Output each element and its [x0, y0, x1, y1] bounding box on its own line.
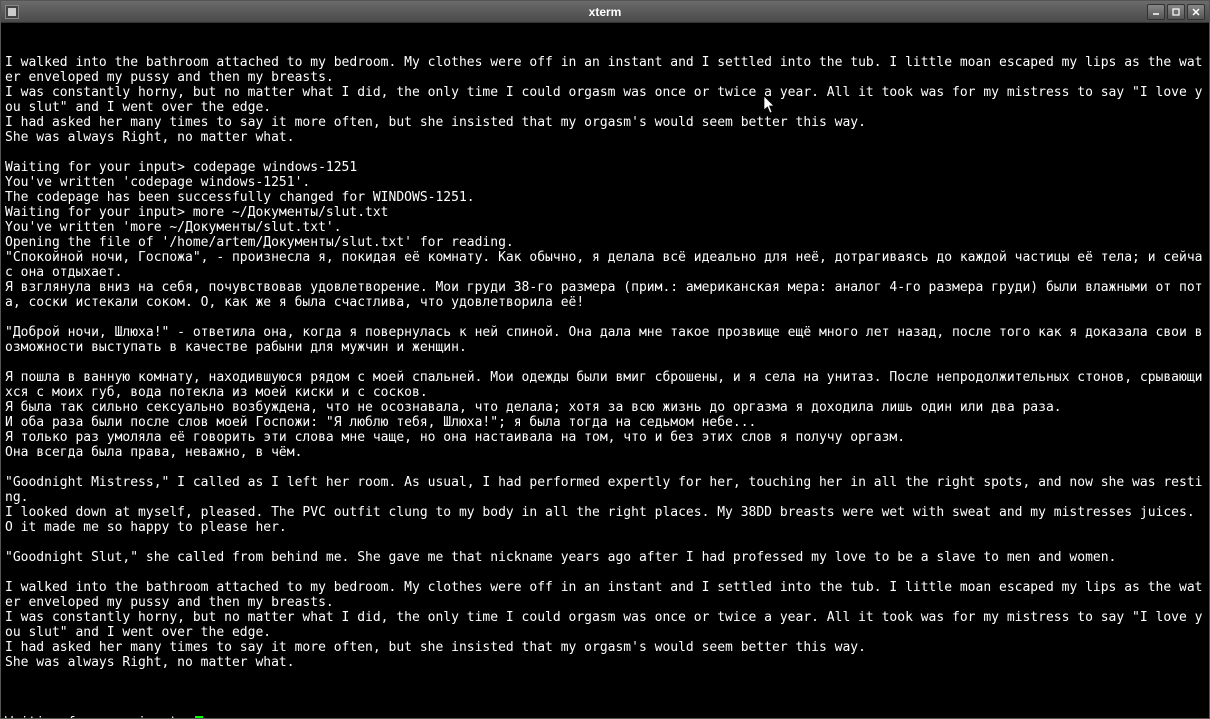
terminal-line: "Goodnight Mistress," I called as I left… [5, 475, 1205, 505]
app-icon [5, 5, 19, 19]
terminal-line: She was always Right, no matter what. [5, 130, 1205, 145]
terminal-line [5, 145, 1205, 160]
terminal-line: You've written 'codepage windows-1251'. [5, 175, 1205, 190]
prompt-text: Waiting for your input> [5, 715, 193, 718]
terminal-line: I looked down at myself, pleased. The PV… [5, 505, 1205, 520]
terminal-line: Я взглянула вниз на себя, почувствовав у… [5, 280, 1205, 310]
terminal-line: Waiting for your input> codepage windows… [5, 160, 1205, 175]
prompt-line: Waiting for your input> [5, 715, 1205, 718]
window-title: xterm [589, 5, 622, 19]
cursor [195, 716, 203, 718]
terminal-line [5, 535, 1205, 550]
terminal-line: Waiting for your input> more ~/Документы… [5, 205, 1205, 220]
terminal-line: "Goodnight Slut," she called from behind… [5, 550, 1205, 565]
terminal-area[interactable]: I walked into the bathroom attached to m… [1, 23, 1209, 718]
maximize-button[interactable] [1167, 4, 1185, 20]
terminal-line: I had asked her many times to say it mor… [5, 115, 1205, 130]
terminal-line [5, 565, 1205, 580]
close-button[interactable] [1187, 4, 1205, 20]
terminal-line: I was constantly horny, but no matter wh… [5, 610, 1205, 640]
terminal-line: She was always Right, no matter what. [5, 655, 1205, 670]
terminal-line: I had asked her many times to say it mor… [5, 640, 1205, 655]
terminal-line [5, 460, 1205, 475]
window-controls [1147, 4, 1205, 20]
minimize-button[interactable] [1147, 4, 1165, 20]
titlebar[interactable]: xterm [1, 1, 1209, 23]
terminal-line: I walked into the bathroom attached to m… [5, 55, 1205, 85]
terminal-line: Opening the file of '/home/artem/Докумен… [5, 235, 1205, 250]
terminal-line: Я только раз умоляла её говорить эти сло… [5, 430, 1205, 445]
terminal-line: Она всегда была права, неважно, в чём. [5, 445, 1205, 460]
terminal-line: Я пошла в ванную комнату, находившуюся р… [5, 370, 1205, 400]
terminal-line [5, 355, 1205, 370]
xterm-window: xterm I walked into the bathroom attache… [0, 0, 1210, 719]
terminal-line: O it made me so happy to please her. [5, 520, 1205, 535]
terminal-line: You've written 'more ~/Документы/slut.tx… [5, 220, 1205, 235]
terminal-line: I walked into the bathroom attached to m… [5, 580, 1205, 610]
terminal-line [5, 310, 1205, 325]
terminal-output: I walked into the bathroom attached to m… [5, 55, 1205, 685]
terminal-line: "Доброй ночи, Шлюха!" - ответила она, ко… [5, 325, 1205, 355]
terminal-line: И оба раза были после слов моей Госпожи:… [5, 415, 1205, 430]
terminal-line: "Спокойной ночи, Госпожа", - произнесла … [5, 250, 1205, 280]
terminal-line: I was constantly horny, but no matter wh… [5, 85, 1205, 115]
terminal-line: The codepage has been successfully chang… [5, 190, 1205, 205]
terminal-line [5, 670, 1205, 685]
terminal-line: Я была так сильно сексуально возбуждена,… [5, 400, 1205, 415]
